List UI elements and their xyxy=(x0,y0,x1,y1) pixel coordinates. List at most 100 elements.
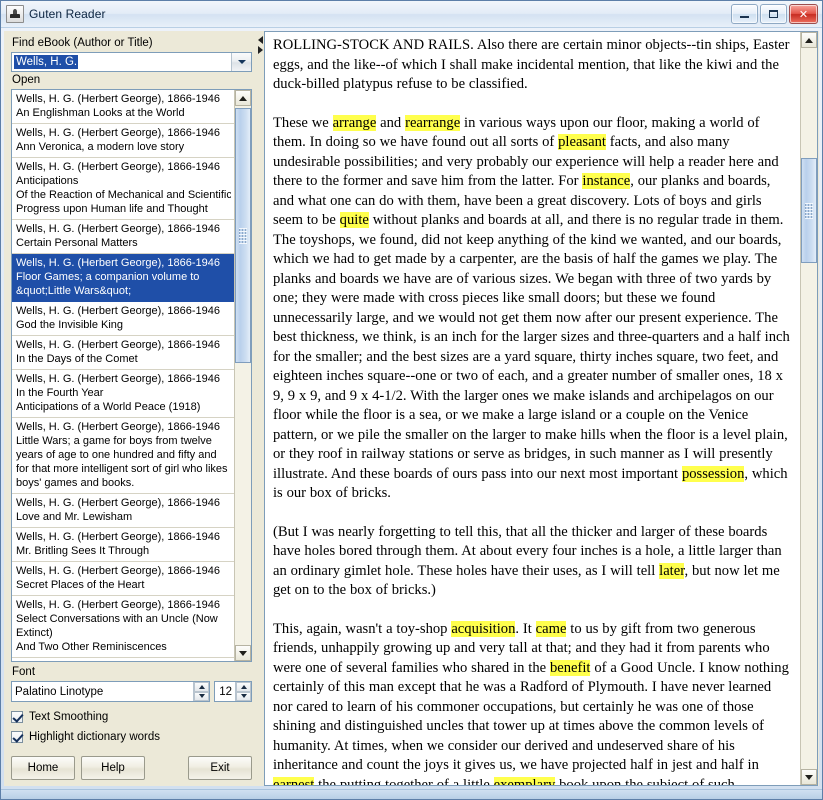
list-item-line: Certain Personal Matters xyxy=(16,237,138,249)
scroll-up-button[interactable] xyxy=(801,32,817,48)
reader-text-run: . It xyxy=(515,620,536,637)
minimize-icon xyxy=(732,5,757,23)
font-size-value: 12 xyxy=(219,685,232,698)
reader-scrollbar[interactable] xyxy=(800,32,817,785)
search-dropdown-button[interactable] xyxy=(231,53,251,71)
reader-text-run: These we xyxy=(273,114,333,131)
split-pane: Find eBook (Author or Title) Wells, H. G… xyxy=(4,31,819,786)
highlighted-word[interactable]: instance xyxy=(582,173,631,189)
list-item[interactable]: Wells, H. G. (Herbert George), 1866-1946… xyxy=(12,124,234,158)
font-label: Font xyxy=(12,666,36,678)
font-size-spinner[interactable]: 12 xyxy=(214,681,252,702)
reader-paragraph: These we arrange and rearrange in variou… xyxy=(273,114,792,504)
list-item[interactable]: Wells, H. G. (Herbert George), 1866-1946… xyxy=(12,494,234,528)
exit-button[interactable]: Exit xyxy=(188,756,252,780)
reader-text-run: This, again, wasn't a toy-shop xyxy=(273,620,452,637)
highlight-dictionary-checkbox[interactable] xyxy=(11,731,23,743)
search-combobox[interactable]: Wells, H. G. xyxy=(11,52,252,72)
reader-text[interactable]: ROLLING-STOCK AND RAILS. Also there are … xyxy=(265,32,800,785)
highlighted-word[interactable]: possession xyxy=(681,465,745,482)
highlighted-word[interactable]: rearrange xyxy=(405,114,461,131)
text-smoothing-checkbox-row[interactable]: Text Smoothing xyxy=(11,708,252,726)
help-button[interactable]: Help xyxy=(81,756,145,780)
list-item[interactable]: Wells, H. G. (Herbert George), 1866-1946… xyxy=(12,158,234,220)
list-item-line: In the Days of the Comet xyxy=(16,353,138,365)
list-item[interactable]: Wells, H. G. (Herbert George), 1866-1946… xyxy=(12,370,234,418)
collapse-left-icon[interactable] xyxy=(258,36,263,44)
highlighted-word[interactable]: pleasant xyxy=(558,134,606,150)
list-item[interactable]: Wells, H. G. (Herbert George), 1866-1946… xyxy=(12,90,234,124)
list-item[interactable]: Wells, H. G. (Herbert George), 1866-1946… xyxy=(12,254,234,302)
list-item-line: years of age to one hundred and fifty an… xyxy=(16,449,217,461)
title-bar[interactable]: Guten Reader ✕ xyxy=(1,1,822,28)
list-item-line: Wells, H. G. (Herbert George), 1866-1946 xyxy=(16,497,220,509)
scroll-down-button[interactable] xyxy=(235,645,251,661)
font-family-spinner[interactable] xyxy=(193,682,209,701)
list-item[interactable]: Wells, H. G. (Herbert George), 1866-1946… xyxy=(12,528,234,562)
scroll-down-button[interactable] xyxy=(801,769,817,785)
list-item-line: Wells, H. G. (Herbert George), 1866-1946 xyxy=(16,257,220,269)
split-pane-divider[interactable] xyxy=(257,31,264,786)
list-item[interactable]: Wells, H. G. (Herbert George), 1866-1946… xyxy=(12,596,234,658)
list-item-line: Little Wars; a game for boys from twelve xyxy=(16,435,212,447)
highlighted-word[interactable]: benefit xyxy=(549,659,591,676)
reader-paragraph: This, again, wasn't a toy-shop acquisiti… xyxy=(273,620,792,785)
font-size-spinner-up[interactable] xyxy=(236,682,251,692)
window-title: Guten Reader xyxy=(29,7,106,21)
book-list-scroll-thumb[interactable] xyxy=(235,108,251,363)
list-item-line: Ann Veronica, a modern love story xyxy=(16,141,185,153)
list-item-line: Wells, H. G. (Herbert George), 1866-1946 xyxy=(16,93,220,105)
reader-container: ROLLING-STOCK AND RAILS. Also there are … xyxy=(264,31,818,786)
book-list[interactable]: Wells, H. G. (Herbert George), 1866-1946… xyxy=(12,90,234,661)
reader-scroll-track[interactable] xyxy=(801,48,817,769)
highlighted-word[interactable]: exemplary xyxy=(493,776,556,785)
search-input[interactable]: Wells, H. G. xyxy=(12,53,231,71)
highlighted-word[interactable]: came xyxy=(535,620,567,637)
list-item[interactable]: Wells, H. G. (Herbert George), 1866-1946… xyxy=(12,336,234,370)
search-input-value: Wells, H. G. xyxy=(14,55,79,69)
font-family-spinner-down[interactable] xyxy=(194,691,209,701)
close-button[interactable]: ✕ xyxy=(789,4,818,24)
list-item-line: Secret Places of the Heart xyxy=(16,579,145,591)
list-item-line: for that more intelligent sort of girl w… xyxy=(16,463,228,475)
close-icon: ✕ xyxy=(798,7,809,21)
list-item-line: Floor Games; a companion volume to xyxy=(16,271,200,283)
reader-scroll-thumb[interactable] xyxy=(801,158,817,263)
font-family-spinner-up[interactable] xyxy=(194,682,209,692)
font-size-spinner-down[interactable] xyxy=(236,691,251,701)
book-list-scrollbar[interactable] xyxy=(234,90,251,661)
home-button[interactable]: Home xyxy=(11,756,75,780)
maximize-button[interactable] xyxy=(760,4,787,24)
arrow-up-icon xyxy=(805,37,813,43)
book-list-scroll-track[interactable] xyxy=(235,106,251,645)
list-item-line: Wells, H. G. (Herbert George), 1866-1946 xyxy=(16,531,220,543)
highlight-dictionary-checkbox-row[interactable]: Highlight dictionary words xyxy=(11,728,252,746)
arrow-up-icon xyxy=(240,684,247,689)
highlighted-word[interactable]: acquisition xyxy=(451,620,516,637)
reader-paragraph: (But I was nearly forgetting to tell thi… xyxy=(273,523,792,601)
app-coffee-icon xyxy=(6,5,24,23)
font-family-combobox[interactable]: Palatino Linotype xyxy=(11,681,210,702)
list-item-line: &quot;Little Wars&quot; xyxy=(16,285,132,297)
font-controls: Palatino Linotype 12 xyxy=(11,681,252,702)
list-item-line: Wells, H. G. (Herbert George), 1866-1946 xyxy=(16,223,220,235)
highlighted-word[interactable]: later xyxy=(659,562,685,579)
list-item-line: In the Fourth Year xyxy=(16,387,104,399)
collapse-right-icon[interactable] xyxy=(258,46,263,54)
highlighted-word[interactable]: arrange xyxy=(332,114,377,131)
font-family-value: Palatino Linotype xyxy=(15,685,104,698)
arrow-down-icon xyxy=(198,694,205,699)
minimize-button[interactable] xyxy=(731,4,758,24)
list-item[interactable]: Wells, H. G. (Herbert George), 1866-1946… xyxy=(12,562,234,596)
arrow-down-icon xyxy=(805,774,813,780)
text-smoothing-checkbox[interactable] xyxy=(11,711,23,723)
list-item[interactable]: Wells, H. G. (Herbert George), 1866-1946… xyxy=(12,418,234,494)
font-size-spinner-buttons[interactable] xyxy=(235,682,251,701)
highlighted-word[interactable]: earnest xyxy=(273,776,315,785)
highlighted-word[interactable]: quite xyxy=(339,212,369,228)
list-item[interactable]: Wells, H. G. (Herbert George), 1866-1946… xyxy=(12,302,234,336)
list-item[interactable]: Wells, H. G. (Herbert George), 1866-1946… xyxy=(12,220,234,254)
text-smoothing-label: Text Smoothing xyxy=(29,711,109,723)
scroll-up-button[interactable] xyxy=(235,90,251,106)
list-item-line: Wells, H. G. (Herbert George), 1866-1946 xyxy=(16,599,220,611)
